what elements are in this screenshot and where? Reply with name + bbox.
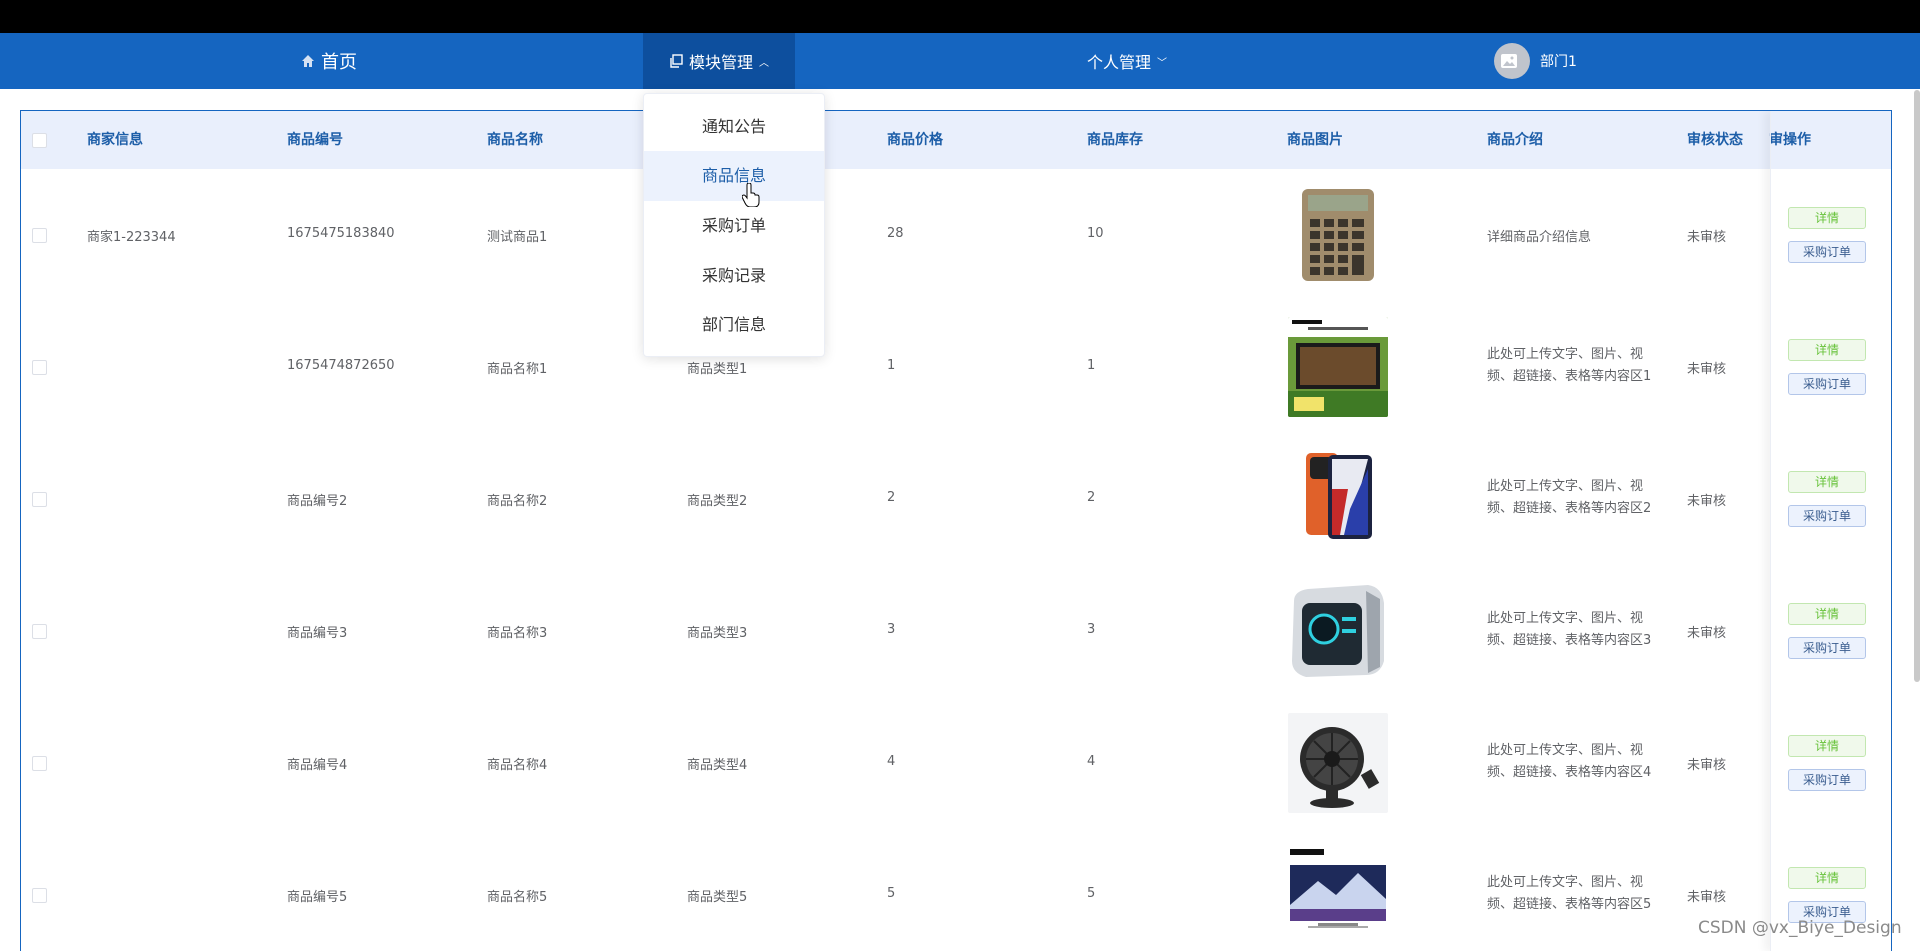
phone-image[interactable] bbox=[1288, 449, 1388, 549]
module-dropdown-menu: 通知公告 商品信息 采购订单 采购记录 部门信息 bbox=[643, 93, 825, 357]
cell-price: 3 bbox=[887, 622, 896, 637]
avatar bbox=[1494, 43, 1530, 79]
chevron-down-icon: ﹀ bbox=[1157, 57, 1167, 69]
select-all-checkbox[interactable] bbox=[32, 133, 47, 148]
nav-personal-management[interactable]: 个人管理 ﹀ bbox=[1070, 33, 1184, 89]
calculator-image[interactable] bbox=[1288, 185, 1388, 285]
user-name: 部门1 bbox=[1540, 54, 1577, 70]
screen-top-bar bbox=[0, 0, 1920, 33]
home-icon bbox=[302, 55, 314, 67]
cell-code: 商品编号3 bbox=[287, 626, 348, 641]
cell-stock: 1 bbox=[1087, 358, 1096, 373]
cell-status: 未审核 bbox=[1687, 758, 1727, 773]
nav-module-management[interactable]: 模块管理 ︿ bbox=[643, 33, 795, 89]
nav-module-label: 模块管理 bbox=[688, 53, 753, 72]
watermark-text: CSDN @vx_Biye_Design bbox=[1698, 918, 1902, 938]
copy-icon bbox=[670, 54, 683, 68]
cell-code: 商品编号4 bbox=[287, 758, 348, 773]
cell-stock: 5 bbox=[1087, 886, 1096, 901]
cell-status: 未审核 bbox=[1687, 626, 1727, 641]
cell-status: 未审核 bbox=[1687, 494, 1727, 509]
cell-status: 未审核 bbox=[1687, 362, 1727, 377]
col-name[interactable]: 商品名称 bbox=[487, 111, 543, 169]
cell-type: 商品类型3 bbox=[687, 626, 748, 641]
nav-home[interactable]: 首页 bbox=[289, 33, 369, 89]
row-checkbox[interactable] bbox=[32, 756, 47, 771]
cell-intro: 此处可上传文字、图片、视频、超链接、表格等内容区5 bbox=[1487, 875, 1652, 912]
cell-name: 商品名称1 bbox=[487, 362, 548, 377]
cell-price: 5 bbox=[887, 886, 896, 901]
row-checkbox[interactable] bbox=[32, 228, 47, 243]
computer-case-image[interactable] bbox=[1288, 581, 1388, 681]
cell-type: 商品类型1 bbox=[687, 362, 748, 377]
table-row: 1675474872650 商品名称1 商品类型1 1 1 此处可上传文字、图片… bbox=[21, 301, 1891, 434]
cell-stock: 10 bbox=[1087, 226, 1104, 241]
cell-code: 1675474872650 bbox=[287, 358, 395, 373]
cell-type: 商品类型4 bbox=[687, 758, 748, 773]
row-checkbox[interactable] bbox=[32, 624, 47, 639]
menu-item-purchase-record[interactable]: 采购记录 bbox=[644, 251, 824, 301]
cell-name: 测试商品1 bbox=[487, 230, 548, 245]
table-row: 商品编号2 商品名称2 商品类型2 2 2 此处可上传文字、图片、视频、超链接、… bbox=[21, 433, 1891, 566]
sony-tv-image[interactable] bbox=[1288, 845, 1388, 945]
tv-ad-image[interactable] bbox=[1288, 317, 1388, 417]
cell-status: 未审核 bbox=[1687, 890, 1727, 905]
cell-stock: 3 bbox=[1087, 622, 1096, 637]
row-checkbox[interactable] bbox=[32, 360, 47, 375]
col-image[interactable]: 商品图片 bbox=[1287, 111, 1343, 169]
cell-code: 商品编号2 bbox=[287, 494, 348, 509]
chevron-up-icon: ︿ bbox=[759, 57, 769, 69]
cell-name: 商品名称2 bbox=[487, 494, 548, 509]
cell-type: 商品类型5 bbox=[687, 890, 748, 905]
table-row: 商品编号4 商品名称4 商品类型4 4 4 此处可上传文字、图片、视频、超链接、… bbox=[21, 697, 1891, 830]
menu-item-department-info[interactable]: 部门信息 bbox=[644, 300, 824, 350]
table-row: 商家1-223344 1675475183840 测试商品1 28 10 详细商… bbox=[21, 169, 1891, 302]
cell-name: 商品名称5 bbox=[487, 890, 548, 905]
image-placeholder-icon bbox=[1501, 54, 1517, 68]
row-checkbox[interactable] bbox=[32, 492, 47, 507]
table-header: 商家信息 商品编号 商品名称 商品价格 商品库存 商品图片 商品介绍 审核状态 … bbox=[21, 111, 1891, 170]
nav-user-menu[interactable]: 部门1 bbox=[1494, 33, 1604, 89]
col-status[interactable]: 审核状态 bbox=[1687, 111, 1743, 169]
nav-personal-label: 个人管理 bbox=[1086, 53, 1151, 72]
cell-intro: 此处可上传文字、图片、视频、超链接、表格等内容区3 bbox=[1487, 611, 1652, 648]
cell-type: 商品类型2 bbox=[687, 494, 748, 509]
fixed-ops-column-shadow bbox=[1770, 111, 1891, 951]
hand-cursor-icon bbox=[742, 183, 760, 207]
menu-item-product-info[interactable]: 商品信息 bbox=[644, 151, 824, 201]
fan-image[interactable] bbox=[1288, 713, 1388, 813]
col-price[interactable]: 商品价格 bbox=[887, 111, 943, 169]
cell-intro: 此处可上传文字、图片、视频、超链接、表格等内容区1 bbox=[1487, 347, 1652, 384]
cell-price: 1 bbox=[887, 358, 896, 373]
cell-name: 商品名称3 bbox=[487, 626, 548, 641]
cell-intro: 此处可上传文字、图片、视频、超链接、表格等内容区4 bbox=[1487, 743, 1652, 780]
nav-home-label: 首页 bbox=[321, 52, 357, 73]
cell-code: 商品编号5 bbox=[287, 890, 348, 905]
cell-price: 28 bbox=[887, 226, 904, 241]
cell-name: 商品名称4 bbox=[487, 758, 548, 773]
col-merchant[interactable]: 商家信息 bbox=[87, 111, 143, 169]
top-nav: 首页 模块管理 ︿ 个人管理 ﹀ 部门1 bbox=[0, 33, 1920, 89]
cell-code: 1675475183840 bbox=[287, 226, 395, 241]
table-row: 商品编号3 商品名称3 商品类型3 3 3 此处可上传文字、图片、视频、超链接、… bbox=[21, 565, 1891, 698]
menu-item-purchase-order[interactable]: 采购订单 bbox=[644, 201, 824, 251]
cell-intro: 此处可上传文字、图片、视频、超链接、表格等内容区2 bbox=[1487, 479, 1652, 516]
cell-merchant: 商家1-223344 bbox=[87, 230, 176, 245]
table-row: 商品编号5 商品名称5 商品类型5 5 5 此处可上传文字、图片、视频、超链接、… bbox=[21, 829, 1891, 951]
cell-stock: 2 bbox=[1087, 490, 1096, 505]
cell-price: 2 bbox=[887, 490, 896, 505]
product-table: 商家信息 商品编号 商品名称 商品价格 商品库存 商品图片 商品介绍 审核状态 … bbox=[20, 110, 1892, 951]
page-scrollbar[interactable] bbox=[1914, 90, 1920, 682]
row-checkbox[interactable] bbox=[32, 888, 47, 903]
cell-price: 4 bbox=[887, 754, 896, 769]
col-code[interactable]: 商品编号 bbox=[287, 111, 343, 169]
cell-status: 未审核 bbox=[1687, 230, 1727, 245]
cell-stock: 4 bbox=[1087, 754, 1096, 769]
col-stock[interactable]: 商品库存 bbox=[1087, 111, 1143, 169]
menu-item-notice[interactable]: 通知公告 bbox=[644, 102, 824, 152]
cell-intro: 详细商品介绍信息 bbox=[1487, 230, 1592, 245]
col-intro[interactable]: 商品介绍 bbox=[1487, 111, 1543, 169]
